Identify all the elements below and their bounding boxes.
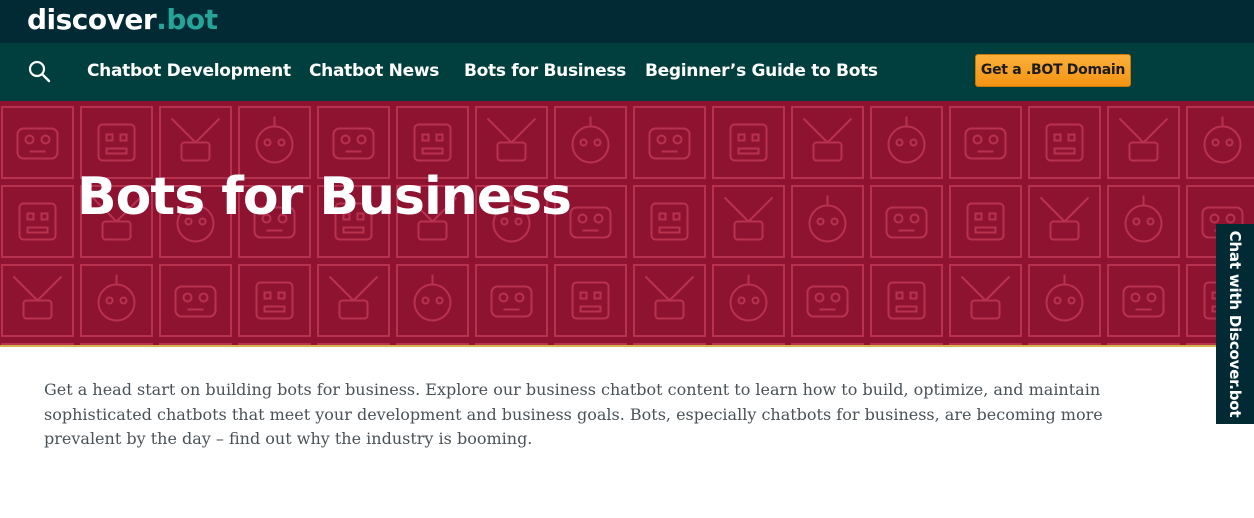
top-bar: discover .bot	[0, 0, 1254, 43]
hero-banner: Bots for Business	[0, 101, 1254, 345]
search-icon[interactable]	[27, 59, 51, 83]
intro-paragraph: Get a head start on building bots for bu…	[44, 380, 1103, 448]
chat-widget-label: Chat with Discover.bot	[1226, 230, 1244, 418]
nav-item-beginners-guide[interactable]: Beginner’s Guide to Bots	[645, 59, 878, 83]
nav-item-bots-for-business[interactable]: Bots for Business	[464, 59, 626, 83]
nav-item-chatbot-development[interactable]: Chatbot Development	[87, 59, 291, 83]
nav-item-chatbot-news[interactable]: Chatbot News	[309, 59, 439, 83]
hero-divider	[0, 345, 1254, 347]
logo-text: discover	[27, 3, 157, 36]
get-bot-domain-button[interactable]: Get a .BOT Domain	[975, 54, 1131, 87]
logo[interactable]: discover .bot	[27, 3, 218, 39]
logo-suffix: .bot	[156, 3, 218, 36]
page-title: Bots for Business	[77, 167, 572, 227]
chat-widget-tab[interactable]: Chat with Discover.bot	[1216, 224, 1254, 424]
